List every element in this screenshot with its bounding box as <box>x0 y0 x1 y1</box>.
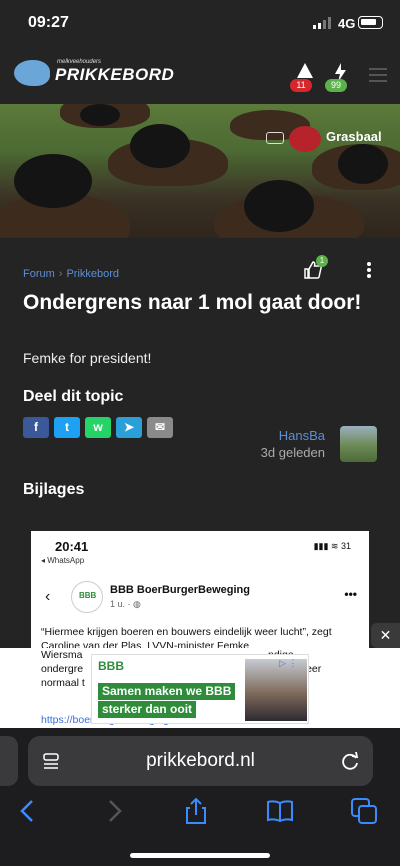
banner-mole <box>244 180 314 232</box>
page-title: Ondergrens naar 1 mol gaat door! <box>23 291 362 314</box>
mail-icon[interactable]: ✉ <box>147 417 173 438</box>
more-options-icon[interactable] <box>362 262 376 280</box>
globe-icon: ◍ <box>133 599 141 609</box>
home-indicator <box>130 853 270 858</box>
attachment-time: 20:41 <box>55 539 89 554</box>
more-options-icon: ••• <box>344 587 357 601</box>
tabs-icon[interactable] <box>349 796 379 826</box>
avatar[interactable] <box>289 126 321 152</box>
twitter-icon[interactable]: t <box>54 417 80 438</box>
author-name[interactable]: HansBa <box>279 428 325 443</box>
status-bar: 09:27 4G <box>0 0 400 48</box>
attachment-status-icons: ▮▮▮ ≋ 31 <box>313 541 351 551</box>
messages-badge: 99 <box>325 79 347 92</box>
bbb-logo-icon: BBB <box>71 581 103 613</box>
attachment-meta: 1 u. · ◍ <box>110 599 141 610</box>
banner-mole <box>80 104 120 126</box>
post-time: 3d geleden <box>260 445 325 460</box>
attachment-battery: 31 <box>340 541 351 551</box>
browser-toolbar: prikkebord.nl <box>0 728 400 866</box>
forward-icon[interactable] <box>99 796 129 826</box>
alerts-badge: 11 <box>290 79 312 92</box>
topic-body: Femke for president! <box>23 350 152 366</box>
signal-icon <box>313 17 331 29</box>
facebook-icon[interactable]: f <box>23 417 49 438</box>
banner-mole <box>338 144 388 184</box>
address-bar[interactable]: prikkebord.nl <box>28 736 373 786</box>
breadcrumb-prikkebord[interactable]: Prikkebord <box>66 268 119 280</box>
close-icon[interactable]: ✕ <box>371 623 400 648</box>
attachment-text: “Hiermee krijgen boeren en bouwers einde… <box>41 626 332 649</box>
attachment-back-label: ◂ WhatsApp <box>41 556 85 565</box>
share-icon[interactable] <box>181 796 211 826</box>
banner-username[interactable]: Grasbaal <box>326 129 382 144</box>
ad-line-1: Samen maken we BBB <box>98 683 236 700</box>
share-heading: Deel dit topic <box>23 388 124 405</box>
ad-banner[interactable]: BBB Samen maken we BBB sterker dan ooit … <box>91 654 309 724</box>
site-header: melkveehouders PRIKKEBORD 11 99 <box>0 48 400 104</box>
bbb-logo-text: BBB <box>79 591 97 600</box>
attachment-meta-text: 1 u. · <box>110 599 134 609</box>
breadcrumb-separator: › <box>58 268 63 280</box>
attachments-heading: Bijlages <box>23 481 85 498</box>
overlay-line-1: Wiersma <box>41 649 83 661</box>
telegram-icon[interactable]: ➤ <box>116 417 142 438</box>
overlay-line-3: normaal t <box>41 677 85 689</box>
attachment-page-name: BBB BoerBurgerBeweging <box>110 584 250 596</box>
overlay-line-2: ondergre <box>41 663 84 675</box>
ad-line-2: sterker dan ooit <box>98 701 197 718</box>
url-text[interactable]: prikkebord.nl <box>28 750 373 772</box>
whatsapp-icon[interactable]: w <box>85 417 111 438</box>
previous-tab-preview[interactable] <box>0 736 18 786</box>
like-count-badge: 1 <box>316 255 328 267</box>
site-logo[interactable]: PRIKKEBORD <box>55 65 174 85</box>
reload-icon[interactable] <box>340 750 360 772</box>
logo-icon[interactable] <box>14 60 50 86</box>
avatar[interactable] <box>340 426 377 462</box>
bookmarks-icon[interactable] <box>265 796 295 826</box>
breadcrumb-forum[interactable]: Forum <box>23 268 55 280</box>
banner-mole <box>130 124 190 168</box>
ad-choices-icon[interactable]: ▷ ⋮ <box>279 658 297 669</box>
battery-icon <box>358 16 383 29</box>
status-time: 09:27 <box>28 14 69 31</box>
camera-icon[interactable] <box>266 132 284 144</box>
chevron-left-icon: ‹ <box>45 588 51 605</box>
profile-banner: Grasbaal <box>0 104 400 238</box>
hamburger-icon[interactable] <box>369 68 387 86</box>
breadcrumb: Forum › Prikkebord <box>23 268 119 280</box>
network-type: 4G <box>338 16 356 31</box>
back-icon[interactable] <box>13 796 43 826</box>
ad-logo: BBB <box>98 659 124 673</box>
banner-mole <box>14 154 92 208</box>
attachment-image[interactable]: 20:41 ◂ WhatsApp ▮▮▮ ≋ 31 ‹ BBB BBB Boer… <box>31 531 369 649</box>
ad-photo <box>245 659 307 721</box>
